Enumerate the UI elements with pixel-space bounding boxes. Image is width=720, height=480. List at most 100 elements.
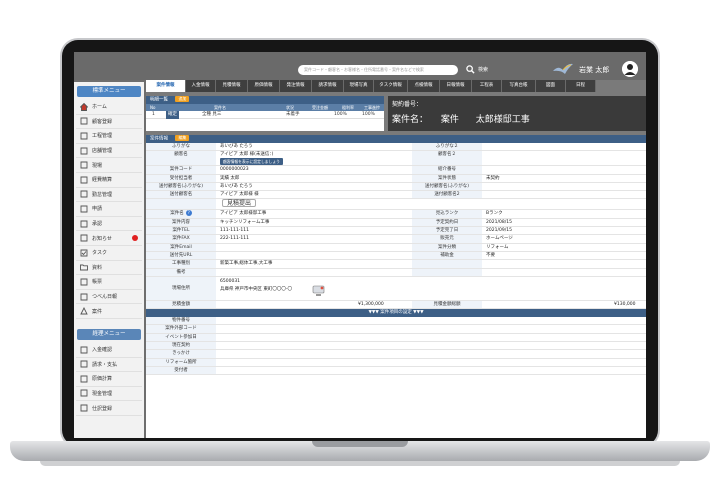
- avatar[interactable]: [622, 61, 638, 77]
- project-name-value: 太郎様邸工事: [475, 115, 530, 125]
- sidebar-item-std-6[interactable]: 勤怠管理: [76, 188, 142, 203]
- detail-row: 送付顧客名(ふりがな) あいびあ たろう 送付顧客名(ふりがな): [146, 182, 646, 192]
- sidebar-item-std-3[interactable]: 店舗管理: [76, 144, 142, 159]
- tab-7[interactable]: タスク情報: [374, 80, 408, 92]
- amount2-value: ¥130,000: [614, 301, 636, 307]
- tab-3[interactable]: 原価情報: [248, 80, 280, 92]
- sidebar-item-std-2[interactable]: 工程管理: [76, 129, 142, 144]
- sidebar-item-acct-1[interactable]: 請求・支払: [76, 358, 142, 373]
- sidebar-item-label: 請求・支払: [92, 361, 118, 368]
- detail-label: 送付顧客名(ふりがな): [412, 182, 482, 191]
- form-icon: [80, 278, 88, 286]
- search-input[interactable]: 案件コード・顧客名・お客様名・住所電話番号・案件名などで検索: [298, 65, 458, 75]
- detail-panel-title-text: 案件情報: [150, 136, 168, 142]
- sidebar-item-std-12[interactable]: 帳票: [76, 275, 142, 290]
- tab-1[interactable]: 入金情報: [186, 80, 216, 92]
- custom-field-label: 物件番号: [146, 317, 216, 325]
- contract-no-label: 契約番号：: [392, 101, 423, 108]
- sidebar-item-std-1[interactable]: 顧客登録: [76, 115, 142, 130]
- search-icon[interactable]: [466, 65, 475, 74]
- detail-row: 案件Email 案件分類 リフォーム: [146, 243, 646, 252]
- detail-value: アイビア 太郎様邸工事: [220, 211, 267, 217]
- detail-label: 工事種別: [146, 260, 216, 268]
- sidebar-item-label: 店舗管理: [92, 148, 113, 155]
- detail-value: 未契約: [486, 175, 500, 181]
- sidebar-item-std-14[interactable]: 案件: [76, 304, 142, 319]
- tab-11[interactable]: 写真台帳: [502, 80, 536, 92]
- sidebar-item-acct-2[interactable]: 原価計算: [76, 372, 142, 387]
- detail-edit-button[interactable]: 編集: [175, 135, 190, 141]
- sidebar-item-std-8[interactable]: 承認: [76, 217, 142, 232]
- sidebar-item-std-5[interactable]: 経費精算: [76, 173, 142, 188]
- customer-display-button[interactable]: 顧客情報を表示に設定しましょう: [220, 158, 283, 166]
- detail-value: ホームページ: [486, 236, 513, 242]
- custom-field-row: 案件外部コード: [146, 325, 646, 334]
- map-pc-icon[interactable]: [312, 285, 325, 297]
- app-screen: 案件コード・顧客名・お客様名・住所電話番号・案件名などで検索 検索 岩業 太郎: [74, 52, 646, 438]
- project-type: 案件: [440, 115, 459, 125]
- tab-13[interactable]: 日程: [566, 80, 596, 92]
- table-row[interactable]: 1 確定 全種 見三 未着手 100% 100%: [146, 111, 384, 119]
- sidebar-item-std-7[interactable]: 申請: [76, 202, 142, 217]
- laptop-shadow: [40, 461, 680, 466]
- row-status-tag: 確定: [166, 111, 179, 119]
- list-column-header: 粗利率: [342, 105, 354, 110]
- detail-row: 案件TEL 111-111-111 予定完了日 2021/09/15: [146, 227, 646, 236]
- detail-row: 送付顧客名 アイビア 太郎様 様 送付顧客名2: [146, 191, 646, 200]
- table-cell: 100%: [362, 112, 375, 117]
- detail-label: 案件名?: [146, 210, 216, 218]
- project-detail-panel: 案件情報 編集 ふりがな あいびあ たろう ふりがな２ 顧客名 アイビア 太郎 様(未送…: [146, 135, 646, 438]
- sidebar-item-std-0[interactable]: ホーム: [76, 100, 142, 115]
- tab-bar: 案件情報 入金情報 見積情報 原価情報 発注情報 請求情報 現場写真 タスク情報 点検情報 日報情…: [146, 80, 616, 92]
- attendance-icon: [80, 190, 88, 198]
- project-name-label: 案件名：: [392, 115, 429, 125]
- detail-value: 222-111-111: [220, 236, 250, 242]
- sidebar-item-std-9[interactable]: お知らせ: [76, 231, 142, 246]
- tab-4[interactable]: 発注情報: [280, 80, 312, 92]
- sidebar-item-std-13[interactable]: つべん日報: [76, 290, 142, 305]
- sidebar-item-std-10[interactable]: タスク: [76, 246, 142, 261]
- custom-fields-bar[interactable]: ▼▼▼ 案件項目の設定 ▼▼▼: [146, 309, 646, 318]
- tab-2[interactable]: 見積情報: [216, 80, 248, 92]
- tab-9[interactable]: 日報情報: [440, 80, 472, 92]
- help-icon[interactable]: ?: [185, 210, 192, 217]
- sidebar-item-label: 勤怠管理: [92, 191, 113, 198]
- tab-5[interactable]: 請求情報: [312, 80, 344, 92]
- sidebar-item-acct-3[interactable]: 現金管理: [76, 387, 142, 402]
- project-name-line: 案件名： 案件 太郎様邸工事: [392, 112, 530, 125]
- expense-icon: [80, 176, 88, 184]
- detail-label: [412, 268, 482, 276]
- user-name[interactable]: 岩業 太郎: [579, 65, 609, 75]
- tab-8[interactable]: 点検情報: [408, 80, 440, 92]
- detail-label: ふりがな: [146, 143, 216, 151]
- menu-header-accounting: 経理メニュー: [77, 328, 141, 340]
- customer-icon: [80, 117, 88, 125]
- sidebar-item-label: 承認: [92, 221, 103, 228]
- list-column-header: 受注金額: [312, 105, 328, 110]
- detail-row-amount: 見積金額 ¥1,300,000 見積金額総額 ¥130,000: [146, 300, 646, 310]
- detail-row-case: 案件名? アイビア 太郎様邸工事 見込ランク Bランク: [146, 210, 646, 219]
- sidebar-item-std-4[interactable]: 現場: [76, 158, 142, 173]
- sidebar-item-label: 入金確認: [92, 347, 113, 354]
- deposit-icon: [80, 346, 88, 354]
- tab-6[interactable]: 現場写真: [344, 80, 374, 92]
- tab-0[interactable]: 案件情報: [146, 80, 186, 92]
- store-icon: [80, 147, 88, 155]
- table-cell: 未着手: [286, 112, 300, 117]
- detail-label: 案件Email: [146, 243, 216, 251]
- detail-row: 受付担当者 実績 太郎 案件状態 未契約: [146, 174, 646, 183]
- tab-12[interactable]: 図面: [536, 80, 566, 92]
- detail-label: 補助金: [412, 251, 482, 260]
- sidebar-item-acct-0[interactable]: 入金確認: [76, 343, 142, 358]
- list-add-button[interactable]: 追加: [175, 96, 190, 102]
- main-area: 案件情報 入金情報 見積情報 原価情報 発注情報 請求情報 現場写真 タスク情報 点検情報 日報情…: [146, 80, 646, 438]
- search-button-label[interactable]: 検索: [478, 66, 488, 73]
- detail-row-estimate: 見積提出: [146, 199, 646, 211]
- amount-label: 見積金額: [146, 300, 216, 309]
- tab-10[interactable]: 工程表: [472, 80, 502, 92]
- sidebar-item-std-11[interactable]: 資料: [76, 261, 142, 276]
- estimate-submit-button[interactable]: 見積提出: [222, 199, 257, 208]
- detail-row: 工事種別 新築工事,総体工事,大工事: [146, 260, 646, 269]
- list-rows: 1 確定 全種 見三 未着手 100% 100%: [146, 111, 384, 119]
- sidebar-item-acct-4[interactable]: 仕訳登録: [76, 401, 142, 416]
